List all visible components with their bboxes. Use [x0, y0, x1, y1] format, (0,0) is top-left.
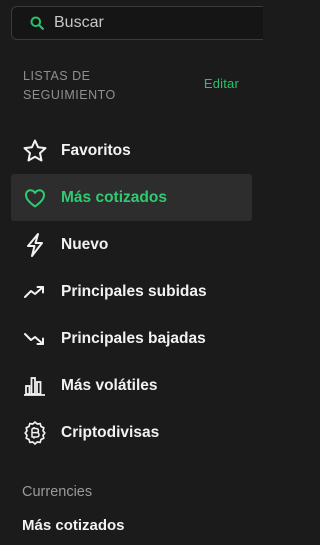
lightning-icon [21, 231, 49, 259]
search-icon [30, 16, 44, 30]
watchlist-items: Favoritos Más cotizados Nuevo Principale… [11, 127, 252, 456]
bitcoin-icon [21, 419, 49, 447]
watchlist-item-mas-volatiles[interactable]: Más volátiles [11, 362, 252, 409]
bar-chart-icon [21, 372, 49, 400]
watchlist-item-label: Principales subidas [61, 282, 207, 300]
watchlist-item-label: Favoritos [61, 141, 131, 159]
watchlist-item-label: Nuevo [61, 235, 109, 253]
watchlist-item-criptodivisas[interactable]: Criptodivisas [11, 409, 252, 456]
watchlist-item-label: Más volátiles [61, 376, 158, 394]
watchlist-item-label: Principales bajadas [61, 329, 206, 347]
watchlist-item-label: Criptodivisas [61, 423, 160, 441]
star-icon [21, 137, 49, 165]
watchlist-item-mas-cotizados[interactable]: Más cotizados [11, 174, 252, 221]
currencies-section-title: Currencies [22, 484, 93, 500]
edit-watchlists-link[interactable]: Editar [204, 76, 239, 91]
trending-down-icon [21, 325, 49, 353]
watchlist-item-nuevo[interactable]: Nuevo [11, 221, 252, 268]
watchlist-sidebar: LISTAS DE SEGUIMIENTO Editar Favoritos M… [0, 0, 263, 545]
watchlist-item-label: Más cotizados [61, 188, 167, 206]
currencies-item-mas-cotizados[interactable]: Más cotizados [22, 517, 125, 534]
trending-up-icon [21, 278, 49, 306]
watchlists-title: LISTAS DE SEGUIMIENTO [23, 69, 116, 102]
watchlists-header: LISTAS DE SEGUIMIENTO Editar [23, 67, 243, 107]
heart-icon [21, 184, 49, 212]
watchlist-item-favoritos[interactable]: Favoritos [11, 127, 252, 174]
watchlist-item-principales-bajadas[interactable]: Principales bajadas [11, 315, 252, 362]
search-box[interactable] [11, 6, 263, 40]
watchlist-item-principales-subidas[interactable]: Principales subidas [11, 268, 252, 315]
search-input[interactable] [54, 14, 204, 32]
